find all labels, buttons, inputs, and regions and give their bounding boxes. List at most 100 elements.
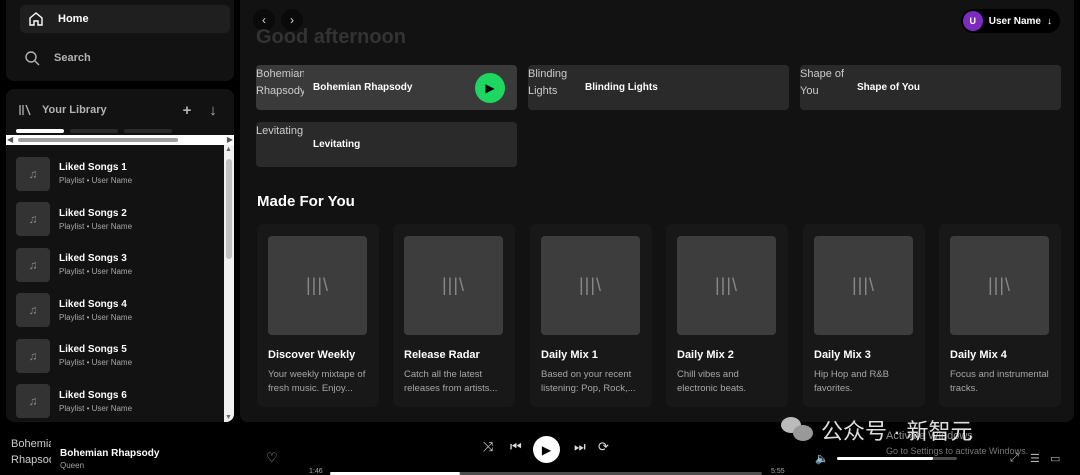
activate-windows-subtitle: Go to Settings to activate Windows. [886, 446, 1029, 456]
scroll-left-icon[interactable]: ◀ [7, 135, 13, 145]
play-pause-button[interactable]: ▶ [533, 436, 560, 463]
library-item-sub: Playlist • User Name [59, 267, 133, 277]
filter-chip[interactable] [124, 129, 172, 133]
library-item-text: Liked Songs 4 Playlist • User Name [59, 299, 132, 322]
library-item[interactable]: ♫ Liked Songs 3 Playlist • User Name [16, 242, 132, 288]
card-description: Hip Hop and R&B favorites. [814, 369, 889, 394]
search-icon [25, 51, 40, 66]
play-icon: ▶ [541, 442, 552, 457]
wechat-icon [781, 415, 815, 445]
library-item-text: Liked Songs 5 Playlist • User Name [59, 344, 132, 367]
card-description: Based on your recent listening: Pop, Roc… [541, 369, 636, 394]
playlist-icon: ♫ [16, 384, 50, 419]
library-icon: |||\ [541, 236, 640, 335]
playlist-card[interactable]: |||\ Daily Mix 2 Chill vibes and electroni… [666, 224, 788, 407]
now-playing-title[interactable]: Bohemian Rhapsody [60, 448, 159, 459]
card-description: Focus and instrumental tracks. [950, 369, 1049, 394]
quick-pick[interactable]: Blinding Lights Blinding Lights [528, 65, 789, 110]
nav-home[interactable]: Home [20, 5, 230, 33]
vertical-scrollbar[interactable]: ▲ ▼ [224, 145, 234, 422]
arrow-down-icon[interactable]: ↓ [204, 101, 222, 119]
library-header: Your Library + ↓ [18, 101, 222, 119]
heart-icon[interactable]: ♡ [266, 450, 278, 466]
library-item-name: Liked Songs 1 [59, 162, 127, 174]
library-item[interactable]: ♫ Liked Songs 6 Playlist • User Name [16, 379, 132, 423]
playlist-icon: ♫ [16, 247, 50, 282]
library-item-text: Liked Songs 2 Playlist • User Name [59, 208, 132, 231]
card-title: Release Radar [404, 349, 480, 361]
library-item-sub: Playlist • User Name [59, 358, 133, 368]
chevron-right-icon: › [290, 13, 294, 27]
filter-chips [16, 129, 172, 133]
library-item[interactable]: ♫ Liked Songs 4 Playlist • User Name [16, 288, 132, 334]
nav-search[interactable]: Search [24, 50, 91, 66]
card-title: Discover Weekly [268, 349, 356, 361]
library-icon: |||\ [677, 236, 776, 335]
playlist-card[interactable]: |||\ Daily Mix 4 Focus and instrumental tr… [939, 224, 1061, 407]
library-item-name: Liked Songs 2 [59, 207, 127, 219]
library-item-sub: Playlist • User Name [59, 403, 133, 413]
device-icon[interactable]: ▭ [1050, 452, 1060, 465]
user-name: User Name [988, 15, 1041, 27]
user-menu-button[interactable]: U User Name ↓ [960, 9, 1060, 33]
library-icon: |||\ [814, 236, 913, 335]
playlist-card[interactable]: |||\ Release Radar Catch all the latest re… [393, 224, 515, 407]
elapsed-time: 1:46 [309, 468, 323, 475]
quick-pick[interactable]: Bohemian Rhapsody Bohemian Rhapsody ▶ [256, 65, 517, 110]
volume-fill [837, 457, 933, 460]
quick-pick-image: Blinding Lights [528, 68, 568, 97]
card-description: Chill vibes and electronic beats. [677, 369, 747, 394]
scrollbar-thumb[interactable] [226, 159, 232, 259]
library-icon: |||\ [268, 236, 367, 335]
library-item[interactable]: ♫ Liked Songs 5 Playlist • User Name [16, 333, 132, 379]
repeat-icon[interactable]: ⟳ [598, 439, 609, 455]
shuffle-icon[interactable]: ⤨ [483, 439, 493, 455]
card-title: Daily Mix 3 [814, 349, 871, 361]
now-playing-image[interactable]: Bohemian Rhapsody [11, 436, 51, 475]
previous-icon[interactable]: ⏮ [510, 439, 522, 455]
play-button[interactable]: ▶ [475, 73, 505, 103]
next-icon[interactable]: ⏭ [574, 439, 586, 455]
volume-slider[interactable] [837, 457, 957, 460]
scroll-up-icon[interactable]: ▲ [225, 146, 232, 153]
card-title: Daily Mix 4 [950, 349, 1007, 361]
quick-pick[interactable]: Shape of You Shape of You [800, 65, 1061, 110]
playlist-card[interactable]: |||\ Discover Weekly Your weekly mixtape o… [257, 224, 379, 407]
quick-pick[interactable]: Levitating Levitating [256, 122, 517, 167]
library-icon: |||\ [404, 236, 503, 335]
activate-windows-title: Activate Windows [886, 430, 973, 442]
library-item-sub: Playlist • User Name [59, 221, 133, 231]
volume-icon[interactable]: 🔈 [815, 452, 829, 465]
library-title[interactable]: Your Library [42, 104, 170, 116]
playlist-card[interactable]: |||\ Daily Mix 1 Based on your recent list… [530, 224, 652, 407]
queue-icon[interactable]: ☰ [1030, 452, 1040, 465]
library-panel: Your Library + ↓ ◀ ▶ ♫ Liked Songs 1 Playl… [6, 89, 234, 422]
playlist-icon: ♫ [16, 338, 50, 373]
home-icon [29, 12, 43, 26]
library-icon[interactable] [18, 103, 32, 117]
filter-chip[interactable] [16, 129, 64, 133]
arrow-down-icon: ↓ [1047, 15, 1052, 27]
scroll-down-icon[interactable]: ▼ [225, 414, 232, 421]
card-title: Daily Mix 2 [677, 349, 734, 361]
library-item-name: Liked Songs 5 [59, 344, 127, 356]
library-item[interactable]: ♫ Liked Songs 1 Playlist • User Name [16, 151, 132, 197]
library-item-sub: Playlist • User Name [59, 312, 133, 322]
card-description: Your weekly mixtape of fresh music. Enjo… [268, 369, 366, 394]
horizontal-scrollbar[interactable]: ◀ ▶ [6, 135, 234, 145]
playlist-card[interactable]: |||\ Daily Mix 3 Hip Hop and R&B favorites… [803, 224, 925, 407]
playlist-icon: ♫ [16, 293, 50, 328]
scrollbar-thumb[interactable] [18, 138, 178, 142]
now-playing-artist[interactable]: Queen [60, 461, 84, 470]
library-item-text: Liked Songs 1 Playlist • User Name [59, 162, 132, 185]
plus-icon[interactable]: + [178, 101, 196, 119]
nav-search-label: Search [54, 52, 91, 64]
card-title: Daily Mix 1 [541, 349, 598, 361]
nav-home-label: Home [58, 13, 89, 25]
card-description: Catch all the latest releases from artis… [404, 369, 498, 394]
filter-chip[interactable] [70, 129, 118, 133]
section-title[interactable]: Made For You [257, 193, 355, 210]
scroll-right-icon[interactable]: ▶ [227, 135, 233, 145]
quick-pick-image: Shape of You [800, 68, 845, 97]
library-item[interactable]: ♫ Liked Songs 2 Playlist • User Name [16, 197, 132, 243]
